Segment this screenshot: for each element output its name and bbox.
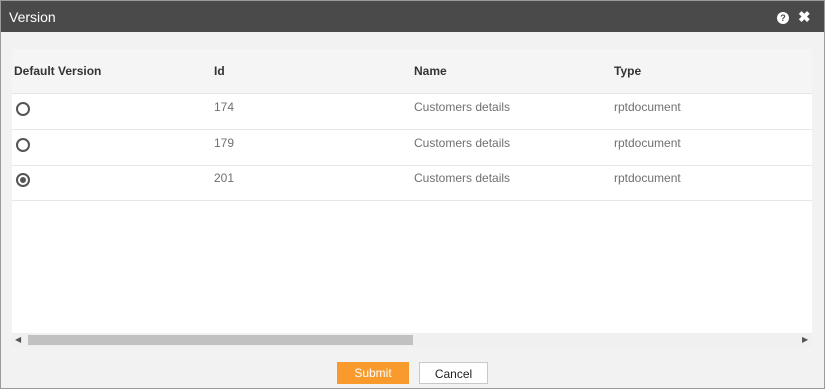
column-header-name[interactable]: Name: [414, 64, 447, 78]
scroll-right-arrow-icon[interactable]: ▶: [802, 335, 808, 344]
close-icon[interactable]: ✖: [798, 9, 811, 26]
row-id: 174: [214, 100, 235, 114]
dialog-titlebar: Version ? ✖: [1, 1, 824, 32]
table-row[interactable]: 179 Customers details rptdocument: [12, 130, 812, 166]
table-row[interactable]: 201 Customers details rptdocument: [12, 165, 812, 201]
row-id: 179: [214, 136, 235, 150]
version-dialog: Version ? ✖ Default Version Id Name Type…: [0, 0, 825, 389]
horizontal-scrollbar[interactable]: ◀ ▶: [12, 333, 812, 347]
submit-button[interactable]: Submit: [337, 362, 409, 384]
row-type: rptdocument: [614, 136, 681, 150]
row-name: Customers details: [414, 171, 511, 185]
row-name: Customers details: [414, 100, 511, 114]
column-header-id[interactable]: Id: [214, 64, 225, 78]
scroll-left-arrow-icon[interactable]: ◀: [15, 335, 21, 344]
table-row[interactable]: 174 Customers details rptdocument: [12, 94, 812, 130]
dialog-title: Version: [9, 9, 56, 25]
row-id: 201: [214, 171, 235, 185]
help-icon[interactable]: ?: [777, 12, 789, 24]
cancel-button[interactable]: Cancel: [419, 362, 488, 384]
default-version-radio[interactable]: [16, 173, 30, 187]
default-version-radio[interactable]: [16, 138, 30, 152]
default-version-radio[interactable]: [16, 102, 30, 116]
row-type: rptdocument: [614, 171, 681, 185]
scrollbar-thumb[interactable]: [28, 335, 413, 345]
column-header-default-version[interactable]: Default Version: [14, 64, 101, 78]
column-header-type[interactable]: Type: [614, 64, 641, 78]
version-grid: Default Version Id Name Type 174 Custome…: [12, 49, 812, 347]
row-name: Customers details: [414, 136, 511, 150]
row-type: rptdocument: [614, 100, 681, 114]
grid-header: Default Version Id Name Type: [12, 49, 812, 94]
